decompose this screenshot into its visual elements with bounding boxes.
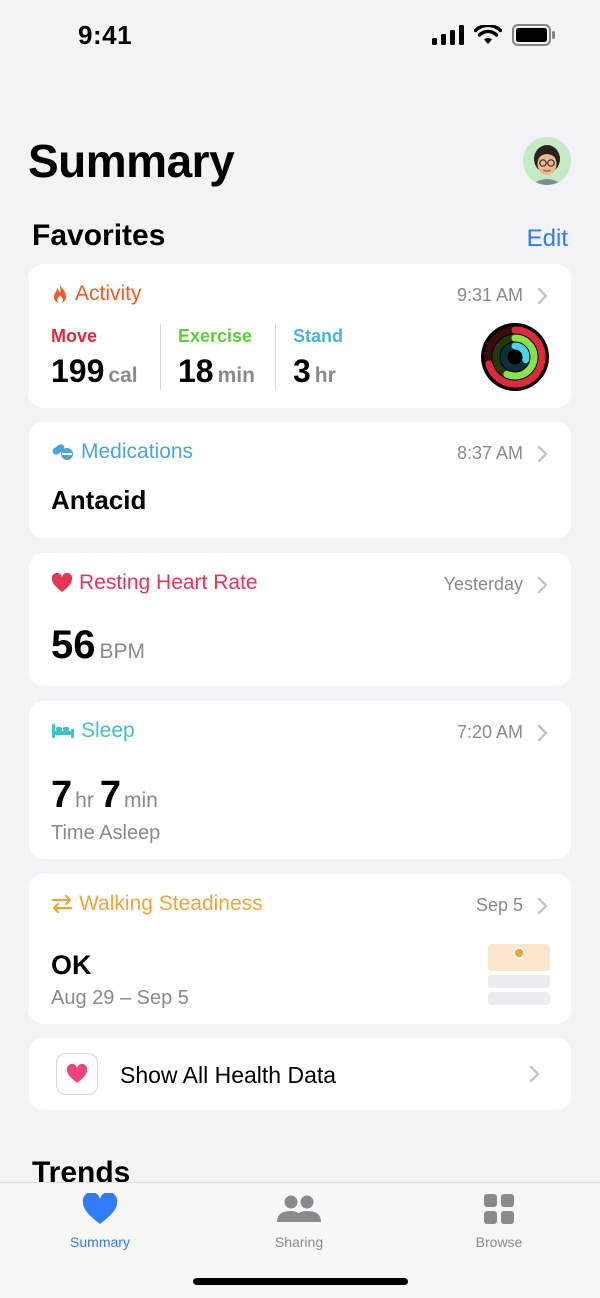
battery-icon [512, 24, 555, 46]
heart-icon [82, 1192, 118, 1224]
status-icons [432, 24, 556, 46]
wifi-icon [474, 25, 502, 44]
steadiness-card-header: Walking Steadiness [51, 892, 263, 916]
move-label: Move [51, 326, 98, 346]
divider [275, 324, 276, 390]
move-value-row: 199 cal [51, 353, 138, 390]
stand-metric: Stand 3 hr [293, 326, 343, 390]
avatar[interactable] [523, 137, 571, 185]
show-all-label: Show All Health Data [120, 1062, 337, 1088]
sleep-caption: Time Asleep [51, 822, 161, 844]
exercise-label: Exercise [178, 326, 253, 346]
medication-name: Antacid [51, 485, 147, 515]
steadiness-title: Walking Steadiness [79, 892, 263, 915]
exercise-metric: Exercise 18 min [178, 326, 255, 390]
steadiness-value: OK [51, 950, 92, 980]
heart-rate-value-row: 56 BPM [51, 623, 145, 668]
heart-rate-time: Yesterday [443, 574, 523, 594]
tab-summary-label: Summary [70, 1234, 130, 1250]
chevron-right-icon [537, 445, 548, 463]
flame-icon [54, 284, 66, 303]
activity-title: Activity [75, 282, 142, 305]
grid-icon [484, 1194, 514, 1224]
activity-card-header: Activity [51, 282, 142, 306]
heart-rate-card-header: Resting Heart Rate [51, 571, 258, 595]
exercise-value-row: 18 min [178, 353, 255, 390]
chevron-right-icon [529, 1065, 540, 1083]
status-bar: 9:41 [0, 0, 600, 70]
exercise-unit: min [217, 364, 255, 387]
sleep-card[interactable]: Sleep 7:20 AM 7 hr 7 min Time Asleep [29, 701, 571, 859]
heart-icon [51, 573, 73, 592]
steadiness-chart-icon [488, 944, 550, 1005]
medications-card[interactable]: Medications 8:37 AM Antacid [29, 422, 571, 538]
favorites-heading: Favorites [32, 219, 166, 252]
pills-icon [52, 444, 73, 460]
tab-summary[interactable]: Summary [40, 1192, 160, 1250]
heart-rate-unit: BPM [99, 640, 146, 663]
stand-label: Stand [293, 326, 344, 346]
sleep-hours-unit: hr [75, 789, 94, 812]
memoji-avatar-icon [523, 137, 571, 185]
home-indicator [193, 1278, 408, 1285]
stand-value-row: 3 hr [293, 353, 343, 390]
move-unit: cal [108, 364, 138, 387]
heart-rate-value: 56 [51, 623, 96, 667]
tab-sharing[interactable]: Sharing [239, 1193, 359, 1250]
chevron-right-icon [537, 724, 548, 742]
chevron-right-icon [537, 897, 548, 915]
tab-browse-label: Browse [475, 1234, 523, 1250]
activity-time: 9:31 AM [456, 285, 523, 305]
stand-value: 3 [293, 353, 311, 389]
walking-steadiness-icon [51, 894, 73, 914]
exercise-value: 18 [178, 353, 214, 389]
cellular-signal-icon [432, 25, 464, 45]
sleep-title: Sleep [81, 719, 135, 742]
chevron-right-icon [537, 287, 548, 305]
heart-icon [66, 1064, 88, 1083]
sleep-card-header: Sleep [51, 719, 135, 743]
activity-rings-icon [481, 323, 549, 391]
sleep-minutes-unit: min [123, 789, 158, 812]
walking-steadiness-card[interactable]: Walking Steadiness Sep 5 OK Aug 29 – Sep… [29, 874, 571, 1024]
bed-icon [52, 724, 74, 738]
sleep-time: 7:20 AM [456, 722, 523, 742]
medications-time: 8:37 AM [456, 443, 523, 463]
edit-button[interactable]: Edit [527, 225, 568, 253]
chevron-right-icon [537, 576, 548, 594]
tab-browse[interactable]: Browse [439, 1193, 559, 1250]
activity-card[interactable]: Activity 9:31 AM Move 199 cal Exercise 18… [29, 264, 571, 408]
stand-unit: hr [314, 364, 336, 387]
status-time: 9:41 [78, 20, 133, 50]
health-app-icon [56, 1053, 98, 1095]
people-icon [277, 1195, 321, 1222]
medications-card-header: Medications [51, 440, 193, 464]
show-all-health-data-button[interactable]: Show All Health Data [29, 1038, 571, 1110]
sleep-duration: 7 hr 7 min [51, 774, 158, 817]
page-title: Summary [28, 135, 235, 187]
sleep-hours: 7 [51, 774, 73, 816]
medications-title: Medications [81, 440, 194, 463]
move-metric: Move 199 cal [51, 326, 138, 390]
sleep-minutes: 7 [99, 774, 121, 816]
heart-rate-title: Resting Heart Rate [79, 571, 258, 594]
steadiness-range: Aug 29 – Sep 5 [51, 987, 189, 1009]
resting-heart-rate-card[interactable]: Resting Heart Rate Yesterday 56 BPM [29, 553, 571, 686]
divider [160, 324, 161, 390]
steadiness-time: Sep 5 [475, 895, 523, 915]
move-value: 199 [51, 353, 105, 389]
tab-sharing-label: Sharing [274, 1234, 324, 1250]
